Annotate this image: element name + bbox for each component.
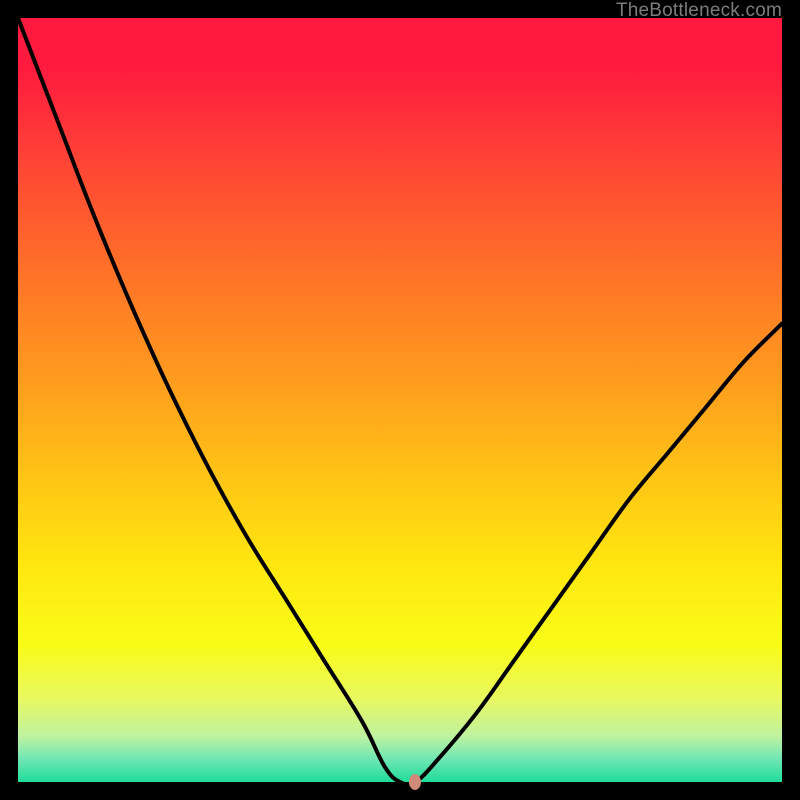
plot-area xyxy=(18,18,782,782)
optimal-point-marker xyxy=(409,774,421,790)
curve-svg xyxy=(18,18,782,782)
chart-container: TheBottleneck.com xyxy=(0,0,800,800)
bottleneck-curve-path xyxy=(18,18,782,782)
